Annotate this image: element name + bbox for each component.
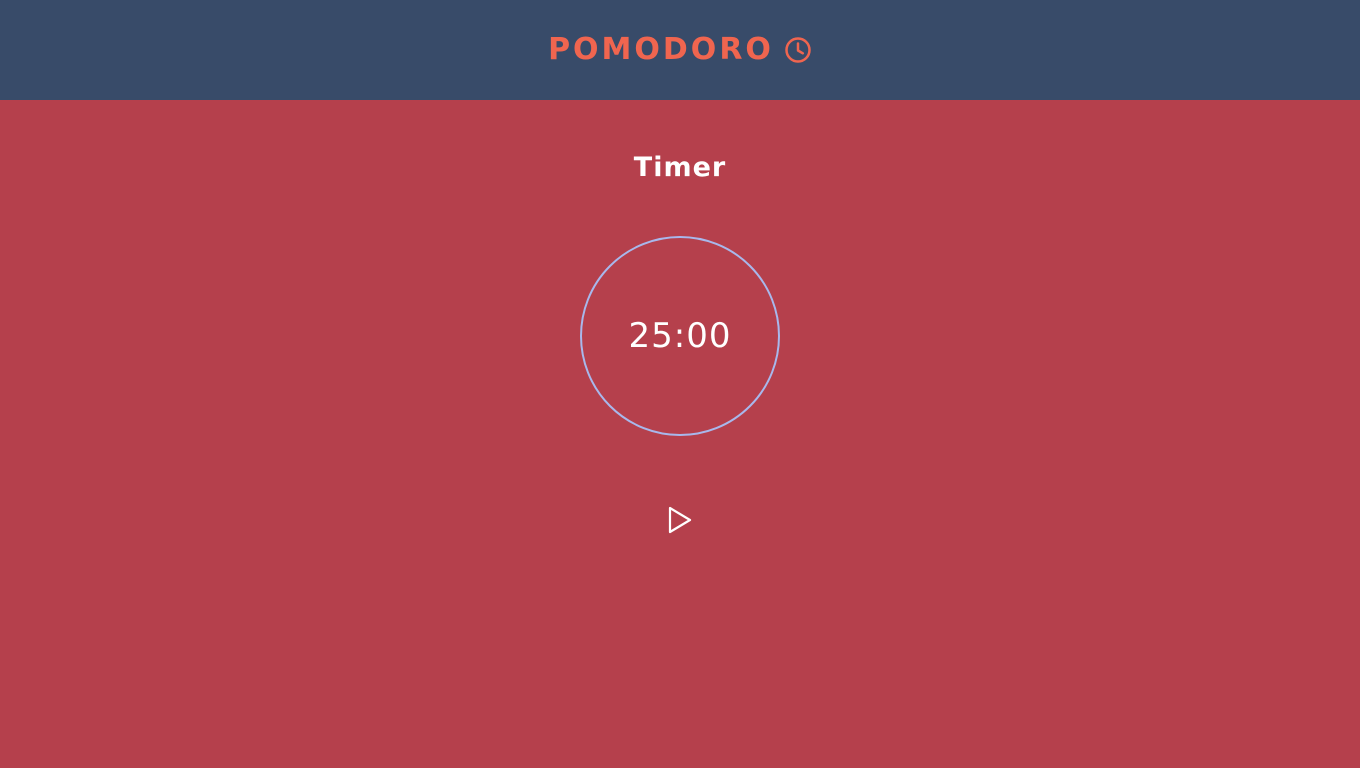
app-title: POMODORO [548,32,774,67]
timer-panel: Timer 25:00 [0,100,1360,768]
section-title: Timer [633,152,727,183]
clock-icon [785,37,811,63]
play-button[interactable] [662,500,698,540]
timer-display: 25:00 [628,316,732,356]
timer-ring: 25:00 [580,236,780,436]
app-header: POMODORO [0,0,1360,100]
brand: POMODORO [548,35,812,65]
play-icon [668,506,692,534]
